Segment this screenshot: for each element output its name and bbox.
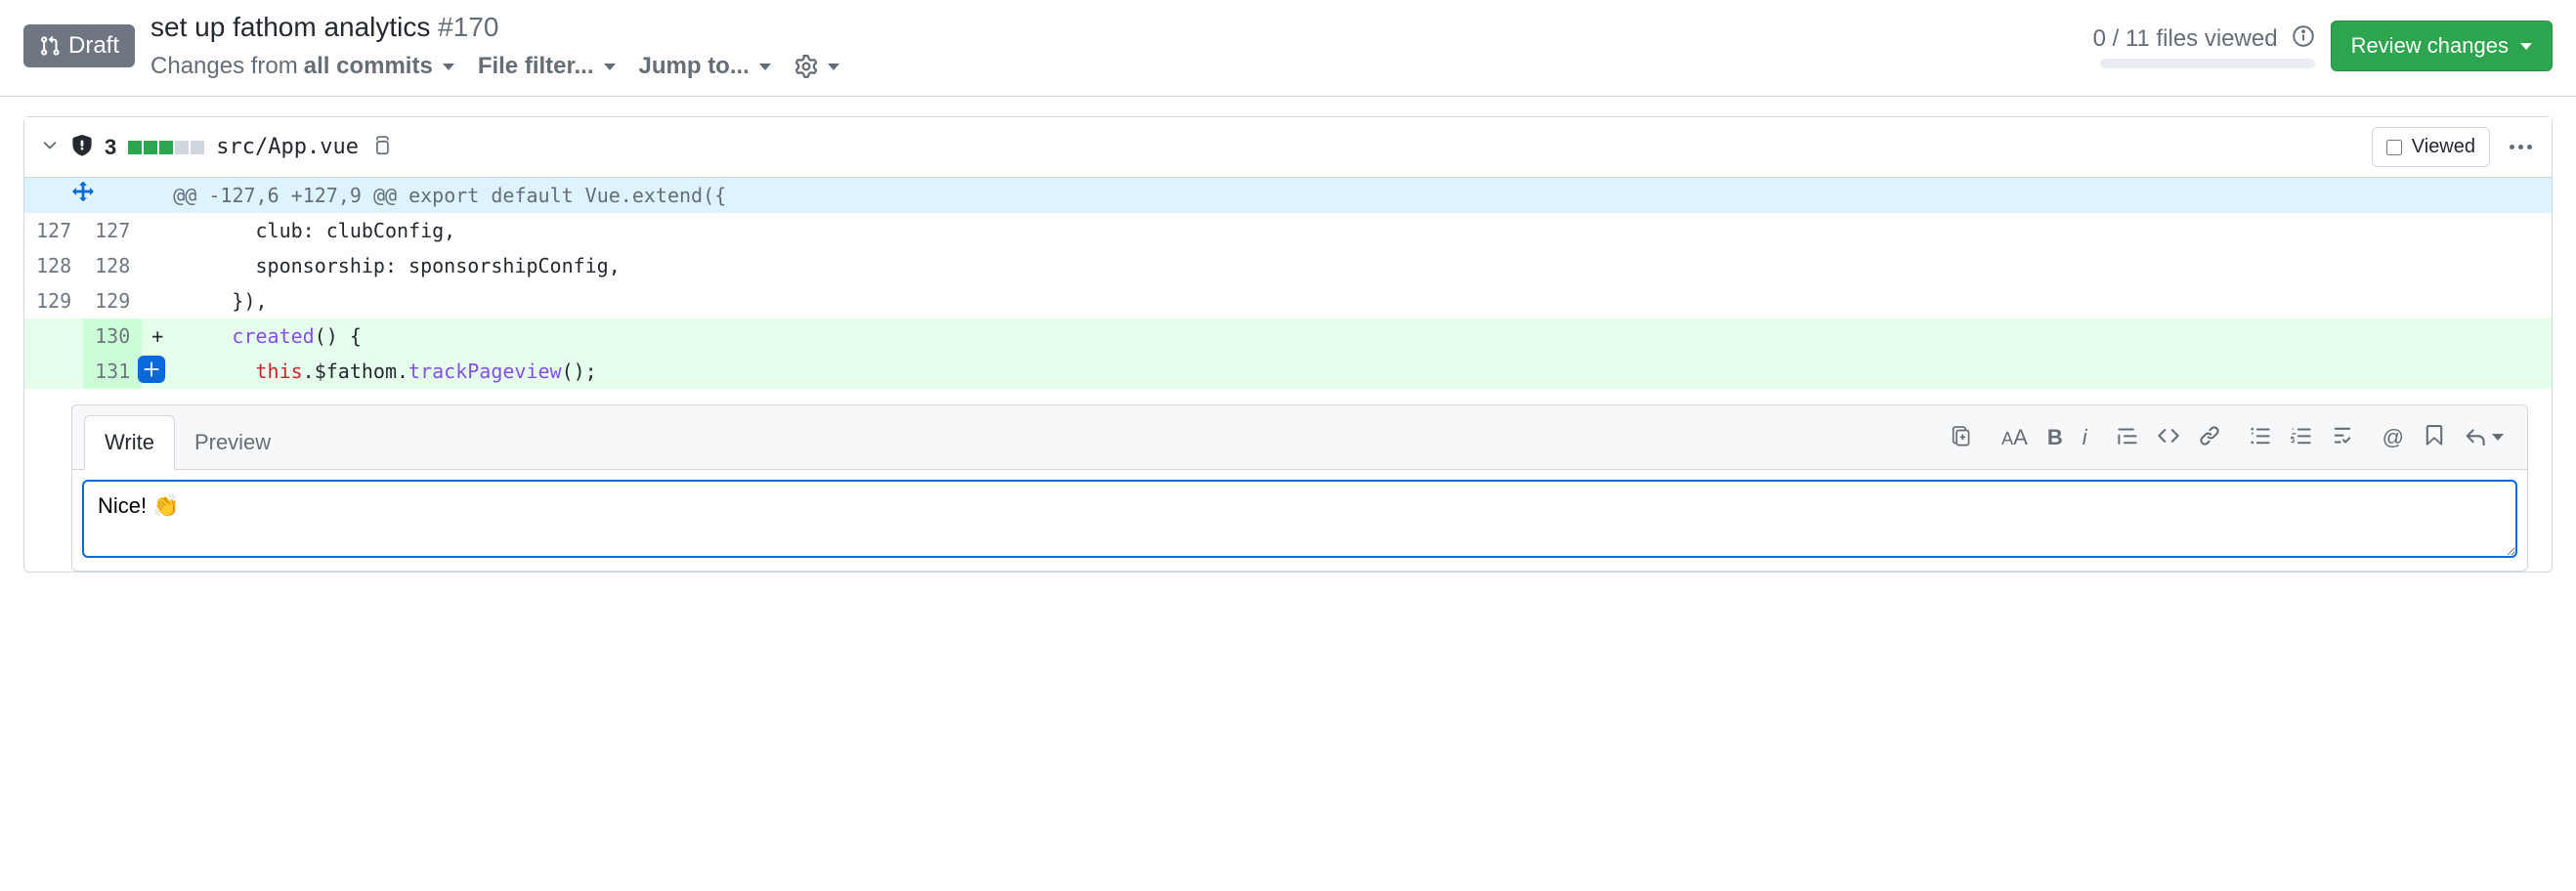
viewed-checkbox[interactable]: Viewed: [2372, 127, 2490, 167]
link-icon[interactable]: [2199, 425, 2220, 449]
git-pull-request-icon: [39, 35, 61, 57]
chevron-down-icon: [604, 64, 616, 70]
diff-stat-blocks: [128, 141, 204, 154]
file-menu-button[interactable]: [2506, 141, 2536, 153]
preview-tab[interactable]: Preview: [175, 416, 290, 469]
draft-label: Draft: [68, 32, 119, 60]
jump-to-dropdown[interactable]: Jump to...: [639, 53, 771, 80]
mention-icon[interactable]: @: [2383, 425, 2404, 450]
expand-hunk-button[interactable]: [36, 181, 130, 202]
heading-icon[interactable]: AA: [2001, 425, 2028, 450]
write-tab[interactable]: Write: [84, 415, 175, 470]
chevron-down-icon: [2492, 434, 2504, 441]
diff-stat-count[interactable]: 3: [105, 135, 116, 160]
diff-row-context: 128 128 sponsorship: sponsorshipConfig,: [24, 248, 2552, 283]
comment-textarea[interactable]: [82, 480, 2517, 558]
viewed-checkbox-input[interactable]: [2386, 140, 2402, 155]
task-list-icon[interactable]: [2332, 425, 2353, 449]
code-icon[interactable]: [2158, 425, 2179, 449]
diff-row-addition: 131 + this.$fathom.trackPageview();: [24, 354, 2552, 389]
suggestion-icon[interactable]: [1951, 425, 1972, 449]
saved-reply-icon[interactable]: [2424, 425, 2445, 449]
reply-icon[interactable]: [2465, 427, 2504, 448]
copy-path-button[interactable]: [370, 135, 392, 159]
italic-icon[interactable]: i: [2082, 425, 2087, 450]
chevron-down-icon: [759, 64, 771, 70]
diff-row-context: 127 127 club: clubConfig,: [24, 213, 2552, 248]
changes-from-dropdown[interactable]: Changes from all commits: [150, 53, 454, 80]
add-line-comment-button[interactable]: [138, 356, 165, 383]
file-filter-dropdown[interactable]: File filter...: [478, 53, 616, 80]
files-viewed-progress: [2100, 59, 2315, 68]
hunk-header: @@ -127,6 +127,9 @@ export default Vue.e…: [173, 178, 2552, 213]
diff-row-context: 129 129 }),: [24, 283, 2552, 318]
pr-number: #170: [438, 12, 498, 42]
gear-icon: [794, 55, 818, 78]
collapse-file-toggle[interactable]: [40, 136, 60, 158]
draft-badge: Draft: [23, 24, 135, 67]
files-viewed-count: 0 / 11 files viewed: [2093, 25, 2278, 53]
numbered-list-icon[interactable]: [2291, 425, 2312, 449]
info-icon[interactable]: [2292, 24, 2315, 55]
owner-shield-icon[interactable]: [71, 135, 93, 159]
chevron-down-icon: [443, 64, 454, 70]
chevron-down-icon: [2520, 43, 2532, 50]
viewed-label: Viewed: [2412, 136, 2475, 158]
diff-settings-dropdown[interactable]: [794, 55, 839, 78]
comment-form: Write Preview AA B i: [71, 404, 2528, 572]
review-changes-button[interactable]: Review changes: [2331, 21, 2553, 71]
bulleted-list-icon[interactable]: [2250, 425, 2271, 449]
file-path[interactable]: src/App.vue: [216, 135, 359, 159]
diff-row-addition: 130 + created() {: [24, 318, 2552, 354]
pr-title: set up fathom analytics #170: [150, 12, 498, 43]
quote-icon[interactable]: [2117, 425, 2138, 449]
bold-icon[interactable]: B: [2047, 425, 2063, 450]
chevron-down-icon: [828, 64, 839, 70]
